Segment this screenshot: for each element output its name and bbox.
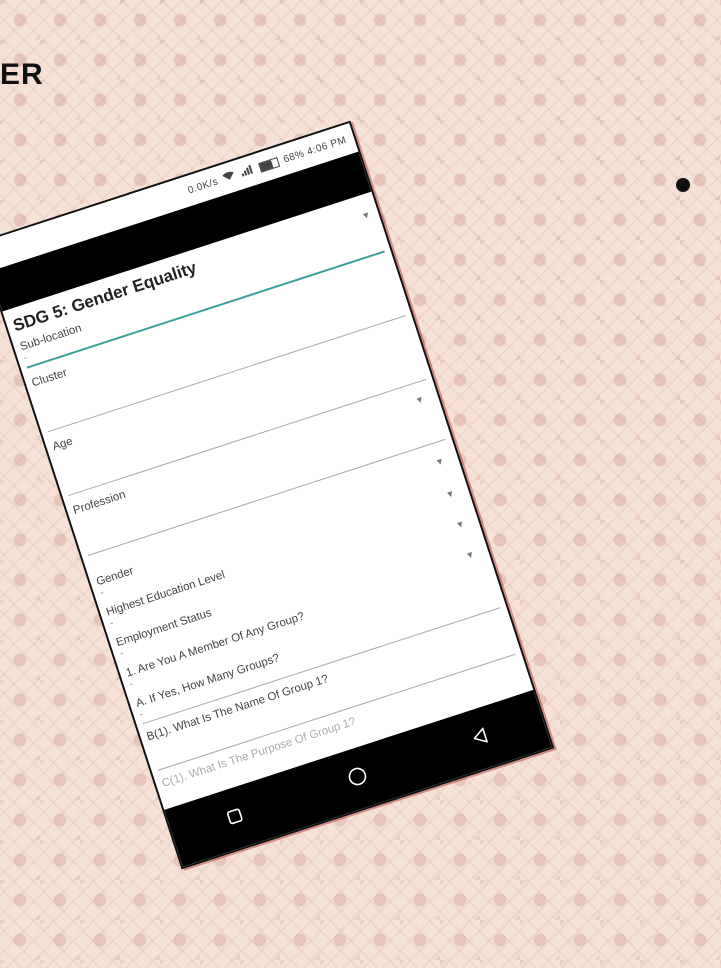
bullet-point [676,178,690,192]
signal-icon [240,164,255,179]
recent-square-icon [224,806,246,831]
home-circle-icon [345,763,372,793]
battery-level: 68% [282,148,307,166]
nav-back-button[interactable] [456,713,506,763]
back-triangle-icon [469,725,493,752]
phone-screen: 0.0K/s 68% 4:06 PM SDG 5: Gender Equalit… [0,120,555,870]
wifi-icon [221,170,236,185]
slide-title: ER [0,58,44,91]
clock: 4:06 PM [305,134,348,158]
phone-screenshot: 0.0K/s 68% 4:06 PM SDG 5: Gender Equalit… [0,120,555,870]
battery-icon [258,156,281,173]
network-speed: 0.0K/s [186,176,220,197]
nav-recent-button[interactable] [210,793,260,843]
nav-home-button[interactable] [333,753,383,803]
